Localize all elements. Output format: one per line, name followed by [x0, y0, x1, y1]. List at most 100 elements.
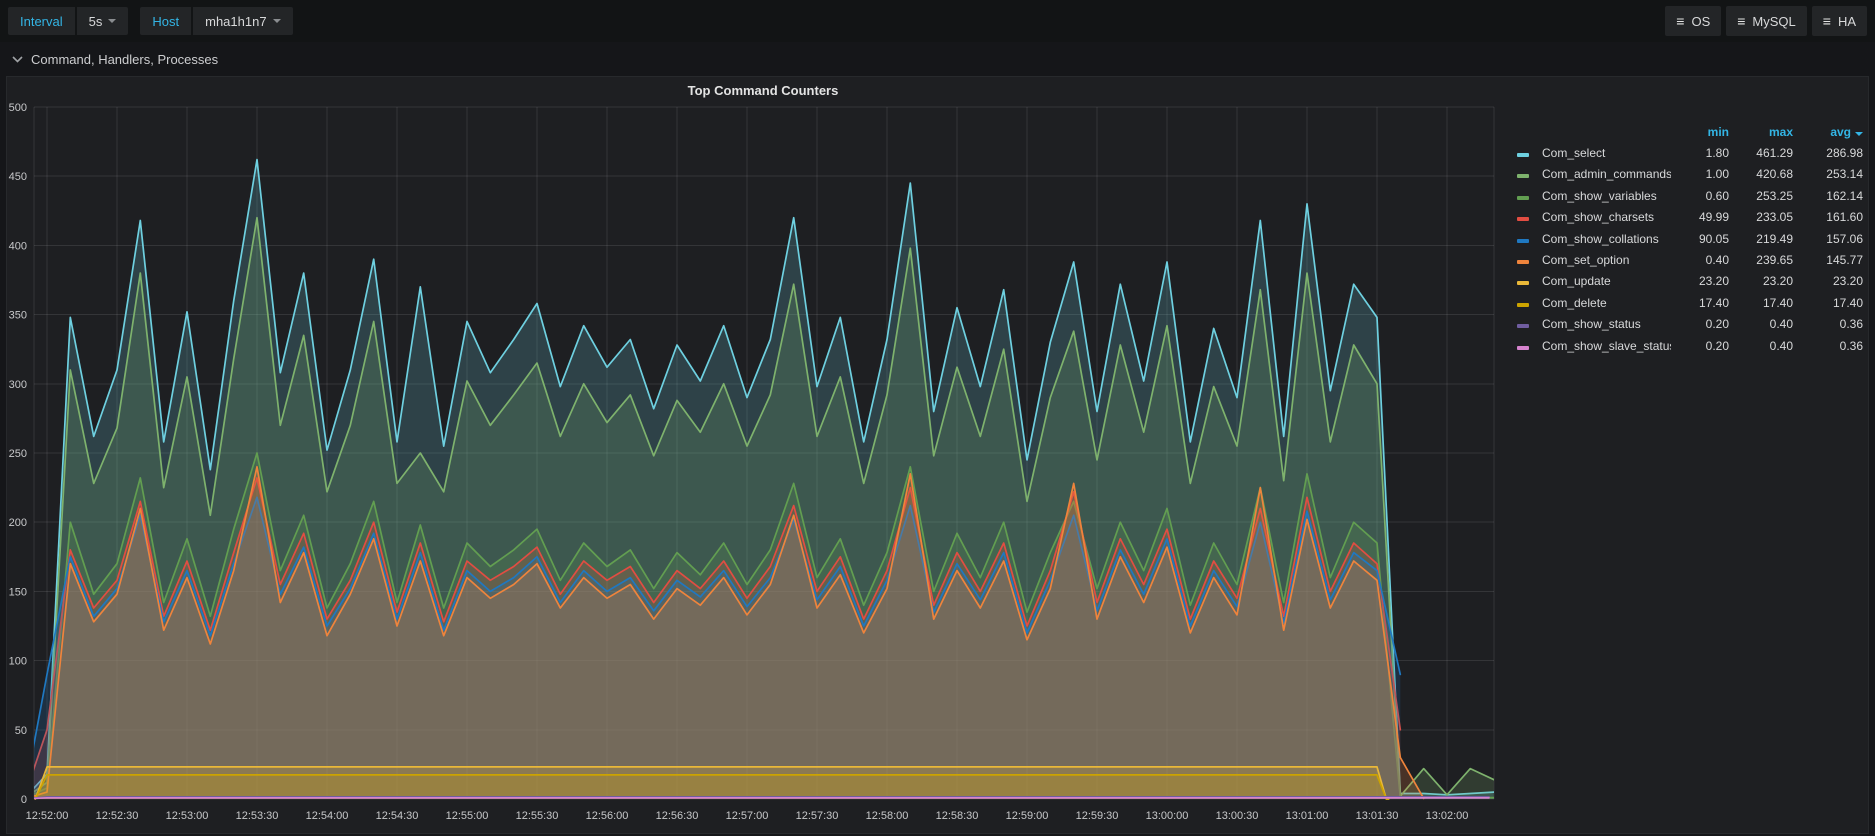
legend-color-swatch[interactable]: [1517, 281, 1529, 285]
x-axis-tick-label: 12:54:30: [376, 810, 419, 822]
chart-svg[interactable]: 05010015020025030035040045050012:52:0012…: [7, 77, 1519, 835]
legend-table: min max avg Com_select1.80461.29286.98Co…: [1517, 121, 1869, 356]
legend-series-name[interactable]: Com_show_status: [1535, 317, 1671, 331]
interval-variable-value: 5s: [89, 14, 103, 29]
legend-series-name[interactable]: Com_update: [1535, 274, 1671, 288]
os-dashboard-button[interactable]: ≡ OS: [1665, 6, 1721, 36]
legend-color-swatch[interactable]: [1517, 346, 1529, 350]
legend-series-name[interactable]: Com_show_variables: [1535, 189, 1671, 203]
os-dashboard-label: OS: [1691, 14, 1710, 29]
interval-variable-label[interactable]: Interval: [8, 7, 75, 35]
y-axis-tick-label: 300: [9, 379, 27, 391]
y-axis-tick-label: 250: [9, 448, 27, 460]
x-axis-tick-label: 12:56:00: [586, 810, 629, 822]
x-axis-tick-label: 12:59:00: [1006, 810, 1049, 822]
legend-swatch-cell: [1517, 296, 1535, 310]
x-axis-tick-label: 12:53:30: [236, 810, 279, 822]
x-axis-tick-label: 12:55:30: [516, 810, 559, 822]
legend-max-value: 233.05: [1729, 210, 1793, 224]
navbar: Interval 5s Host mha1h1n7 ≡ OS ≡ MySQL ≡…: [0, 0, 1875, 42]
menu-icon: ≡: [1676, 14, 1684, 28]
chevron-down-icon: [12, 56, 23, 63]
ha-dashboard-label: HA: [1838, 14, 1856, 29]
legend-avg-value: 0.36: [1793, 339, 1863, 353]
x-axis-tick-label: 13:01:00: [1286, 810, 1329, 822]
legend-series-row: Com_select1.80461.29286.98: [1517, 142, 1869, 163]
x-axis-tick-label: 12:58:30: [936, 810, 979, 822]
x-axis-tick-label: 13:00:30: [1216, 810, 1259, 822]
legend-sort-avg[interactable]: avg: [1793, 125, 1863, 139]
y-axis-tick-label: 350: [9, 310, 27, 322]
legend-series-name[interactable]: Com_select: [1535, 146, 1671, 160]
legend-max-value: 420.68: [1729, 167, 1793, 181]
legend-max-value: 0.40: [1729, 339, 1793, 353]
legend-color-swatch[interactable]: [1517, 217, 1529, 221]
legend-series-name[interactable]: Com_admin_commands: [1535, 167, 1671, 181]
host-variable-label[interactable]: Host: [140, 7, 191, 35]
chevron-down-icon: [108, 19, 116, 23]
legend-swatch-cell: [1517, 189, 1535, 203]
host-variable-dropdown[interactable]: mha1h1n7: [193, 7, 292, 35]
legend-sort-max[interactable]: max: [1729, 125, 1793, 139]
legend-avg-value: 145.77: [1793, 253, 1863, 267]
x-axis-tick-label: 12:53:00: [166, 810, 209, 822]
legend-swatch-cell: [1517, 146, 1535, 160]
legend-avg-value: 157.06: [1793, 232, 1863, 246]
legend-series-row: Com_show_slave_status0.200.400.36: [1517, 335, 1869, 356]
legend-series-name[interactable]: Com_delete: [1535, 296, 1671, 310]
legend-avg-value: 253.14: [1793, 167, 1863, 181]
row-title: Command, Handlers, Processes: [31, 52, 218, 67]
x-axis-tick-label: 12:56:30: [656, 810, 699, 822]
mysql-dashboard-button[interactable]: ≡ MySQL: [1726, 6, 1807, 36]
legend-series-row: Com_show_charsets49.99233.05161.60: [1517, 207, 1869, 228]
legend-color-swatch[interactable]: [1517, 153, 1529, 157]
legend-color-swatch[interactable]: [1517, 196, 1529, 200]
legend-sort-min[interactable]: min: [1671, 125, 1729, 139]
legend-color-swatch[interactable]: [1517, 260, 1529, 264]
legend-max-value: 219.49: [1729, 232, 1793, 246]
legend-series-name[interactable]: Com_set_option: [1535, 253, 1671, 267]
legend-series-name[interactable]: Com_show_charsets: [1535, 210, 1671, 224]
legend-color-swatch[interactable]: [1517, 303, 1529, 307]
y-axis-tick-label: 150: [9, 586, 27, 598]
legend-max-value: 0.40: [1729, 317, 1793, 331]
legend-swatch-cell: [1517, 167, 1535, 181]
x-axis-tick-label: 13:01:30: [1356, 810, 1399, 822]
x-axis-tick-label: 13:00:00: [1146, 810, 1189, 822]
legend-min-value: 1.00: [1671, 167, 1729, 181]
x-axis-tick-label: 12:57:30: [796, 810, 839, 822]
sort-caret-icon: [1855, 132, 1863, 136]
legend-min-value: 23.20: [1671, 274, 1729, 288]
panel-top-command-counters: Top Command Counters 0501001502002503003…: [6, 76, 1869, 834]
legend-max-value: 253.25: [1729, 189, 1793, 203]
legend-min-value: 1.80: [1671, 146, 1729, 160]
legend-color-swatch[interactable]: [1517, 239, 1529, 243]
legend-series-row: Com_delete17.4017.4017.40: [1517, 292, 1869, 313]
legend-color-swatch[interactable]: [1517, 324, 1529, 328]
y-axis-tick-label: 100: [9, 656, 27, 668]
y-axis-tick-label: 0: [21, 794, 27, 806]
legend-series-row: Com_show_collations90.05219.49157.06: [1517, 228, 1869, 249]
interval-variable-dropdown[interactable]: 5s: [77, 7, 129, 35]
legend-avg-value: 23.20: [1793, 274, 1863, 288]
legend-min-value: 0.20: [1671, 317, 1729, 331]
legend-avg-value: 162.14: [1793, 189, 1863, 203]
ha-dashboard-button[interactable]: ≡ HA: [1812, 6, 1867, 36]
y-axis-tick-label: 500: [9, 102, 27, 114]
host-variable-value: mha1h1n7: [205, 14, 266, 29]
legend-series-row: Com_show_status0.200.400.36: [1517, 314, 1869, 335]
legend-max-value: 23.20: [1729, 274, 1793, 288]
legend-series-name[interactable]: Com_show_slave_status: [1535, 339, 1671, 353]
host-variable-group: Host mha1h1n7: [140, 7, 292, 35]
legend-swatch-cell: [1517, 232, 1535, 246]
legend-series-name[interactable]: Com_show_collations: [1535, 232, 1671, 246]
legend-avg-value: 161.60: [1793, 210, 1863, 224]
x-axis-tick-label: 13:02:00: [1426, 810, 1469, 822]
row-header-command-handlers-processes[interactable]: Command, Handlers, Processes: [0, 42, 1875, 76]
legend-min-value: 0.60: [1671, 189, 1729, 203]
legend-color-swatch[interactable]: [1517, 174, 1529, 178]
legend-min-value: 49.99: [1671, 210, 1729, 224]
x-axis-tick-label: 12:58:00: [866, 810, 909, 822]
x-axis-tick-label: 12:52:30: [96, 810, 139, 822]
legend-swatch-cell: [1517, 317, 1535, 331]
